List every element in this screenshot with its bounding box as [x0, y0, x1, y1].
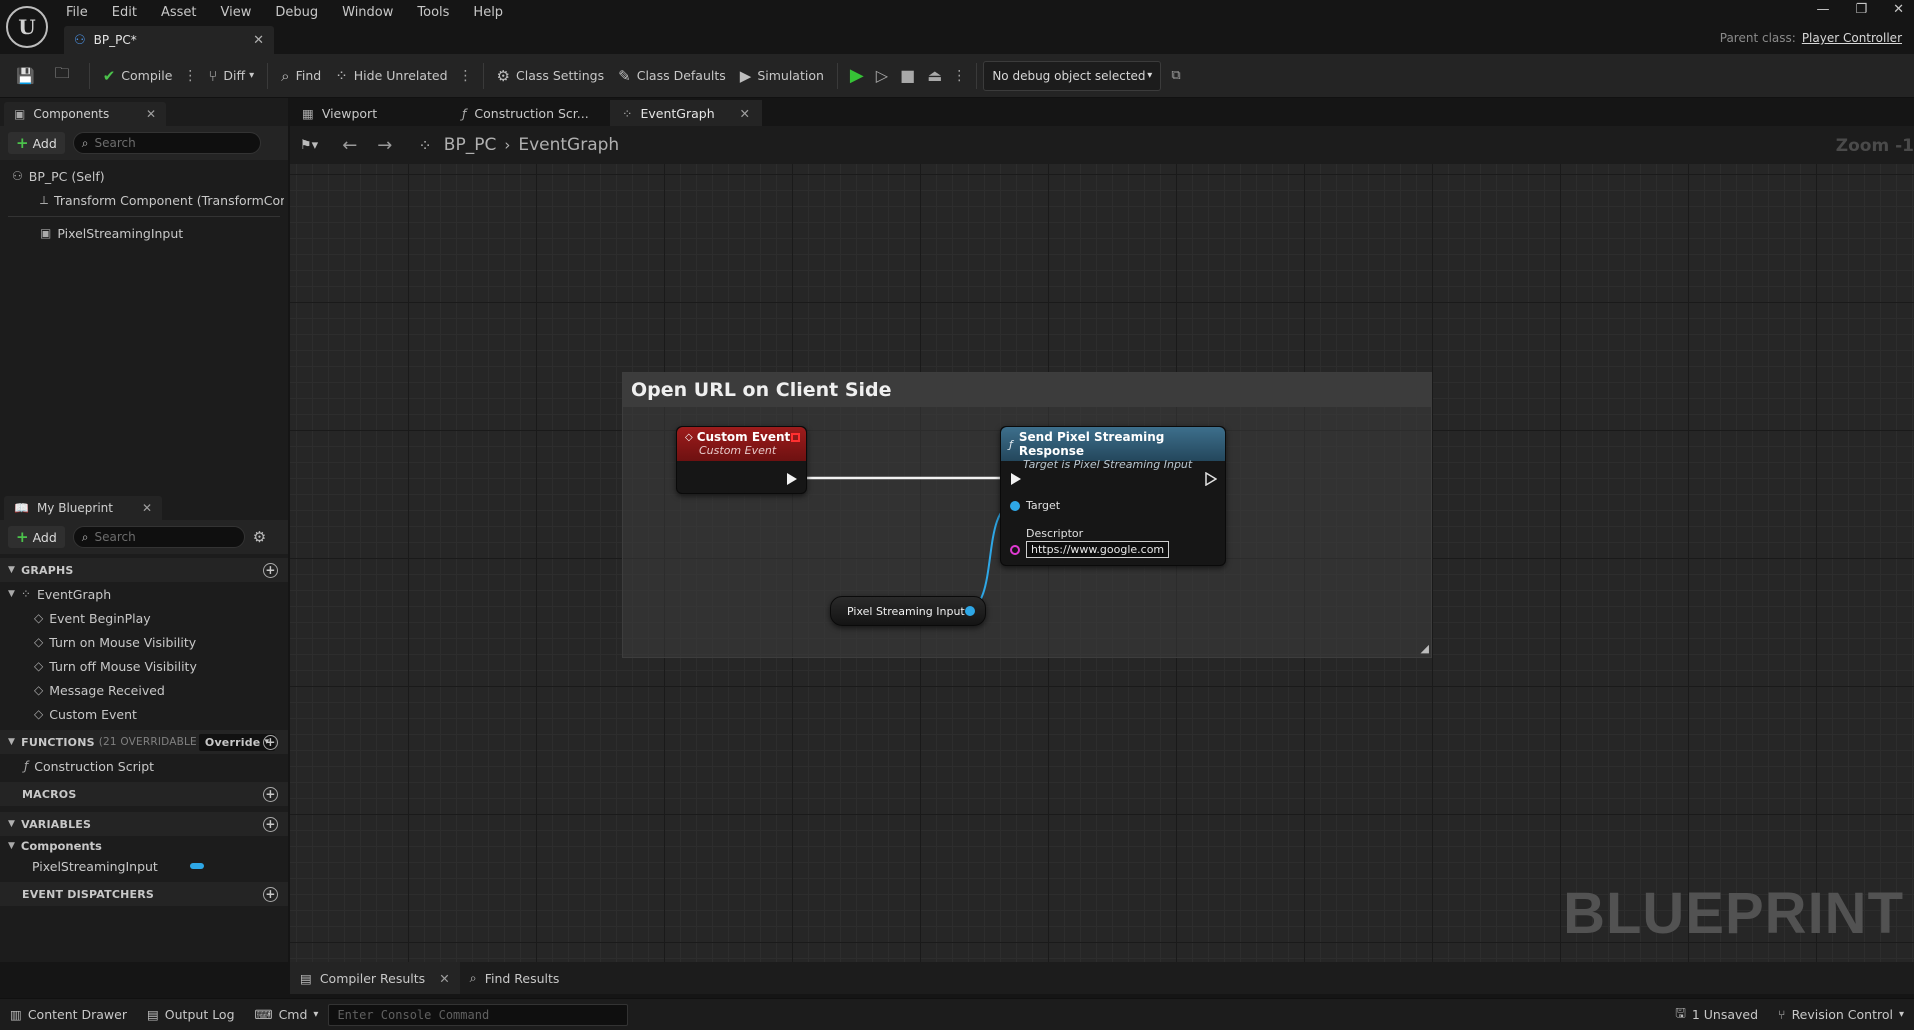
unsaved-icon: 🖫	[1675, 1005, 1686, 1020]
descriptor-value-input[interactable]: https://www.google.com	[1026, 541, 1170, 558]
output-log-icon: ▤	[146, 1007, 159, 1022]
exec-output-outline-icon	[1205, 472, 1217, 486]
delegate-pin-icon[interactable]	[791, 432, 800, 442]
pin-label: Target	[1026, 499, 1061, 512]
output-log-label: Output Log	[164, 1007, 235, 1022]
node-title: Custom Event	[696, 430, 791, 444]
custom-event-header: ◇ Custom Event Custom Event	[677, 427, 806, 461]
blueprint-watermark: BLUEPRINT	[1563, 881, 1904, 946]
tab-find-results[interactable]: ⌕ Find Results	[460, 962, 570, 994]
revision-control-icon: ⑂	[1778, 1007, 1786, 1022]
node-subtitle: Target is Pixel Streaming Input	[1023, 458, 1193, 471]
variable-node-label: Pixel Streaming Input	[847, 604, 965, 618]
send-node-header: ƒ Send Pixel Streaming Response Target is…	[1001, 427, 1225, 471]
console-icon: ⌨	[254, 1007, 273, 1022]
event-icon: ◇	[685, 431, 693, 443]
status-bar: ▥ Content Drawer ▤ Output Log ⌨ Cmd ▾ Enter …	[0, 998, 1914, 1030]
target-pin-row[interactable]: Target	[1010, 499, 1060, 512]
descriptor-pin[interactable]	[1010, 544, 1020, 555]
output-log-button[interactable]: ▤ Output Log	[137, 999, 245, 1030]
function-icon: ƒ	[1009, 437, 1013, 451]
unsaved-label: 1 Unsaved	[1691, 1007, 1759, 1022]
unsaved-button[interactable]: 🖫 1 Unsaved	[1665, 999, 1768, 1030]
content-drawer-button[interactable]: ▥ Content Drawer	[0, 999, 137, 1030]
cmd-dropdown[interactable]: ⌨ Cmd ▾	[245, 999, 329, 1030]
bottom-tabs: ▤ Compiler Results ✕ ⌕ Find Results	[290, 962, 1914, 994]
pin-label: Descriptor	[1026, 527, 1084, 540]
revision-control-button[interactable]: ⑂ Revision Control ▾	[1768, 999, 1914, 1030]
cmd-label: Cmd	[278, 1007, 308, 1022]
custom-event-node[interactable]: ◇ Custom Event Custom Event	[676, 426, 807, 494]
search-icon: ⌕	[469, 970, 477, 985]
chevron-down-icon: ▾	[313, 1009, 319, 1020]
target-pin[interactable]	[1010, 500, 1020, 511]
tab-label: Find Results	[484, 970, 560, 986]
compiler-results-icon: ▤	[300, 970, 312, 986]
descriptor-pin-row[interactable]: Descriptor https://www.google.com	[1010, 527, 1170, 558]
content-drawer-icon: ▥	[10, 1007, 22, 1022]
object-output-pin[interactable]	[965, 606, 975, 616]
node-title: Send Pixel Streaming Response	[1018, 430, 1165, 458]
exec-output-pin[interactable]	[1205, 472, 1217, 486]
exec-output-pin[interactable]	[787, 473, 797, 485]
revision-control-label: Revision Control	[1791, 1007, 1893, 1022]
content-drawer-label: Content Drawer	[27, 1007, 127, 1022]
close-tab-icon[interactable]: ✕	[439, 971, 449, 986]
status-right: 🖫 1 Unsaved ⑂ Revision Control ▾	[1665, 999, 1914, 1030]
chevron-down-icon: ▾	[1898, 1009, 1904, 1020]
console-placeholder: Enter Console Command	[337, 1007, 490, 1022]
tab-compiler-results[interactable]: ▤ Compiler Results ✕	[290, 962, 460, 994]
console-command-input[interactable]: Enter Console Command	[328, 1003, 629, 1026]
tab-label: Compiler Results	[319, 970, 426, 986]
node-subtitle: Custom Event	[699, 444, 777, 457]
exec-input-pin[interactable]	[1011, 473, 1021, 485]
wires	[806, 476, 1015, 611]
send-pixel-streaming-response-node[interactable]: ƒ Send Pixel Streaming Response Target is…	[1000, 426, 1226, 566]
pixel-streaming-input-getter-node[interactable]: Pixel Streaming Input	[830, 596, 986, 626]
